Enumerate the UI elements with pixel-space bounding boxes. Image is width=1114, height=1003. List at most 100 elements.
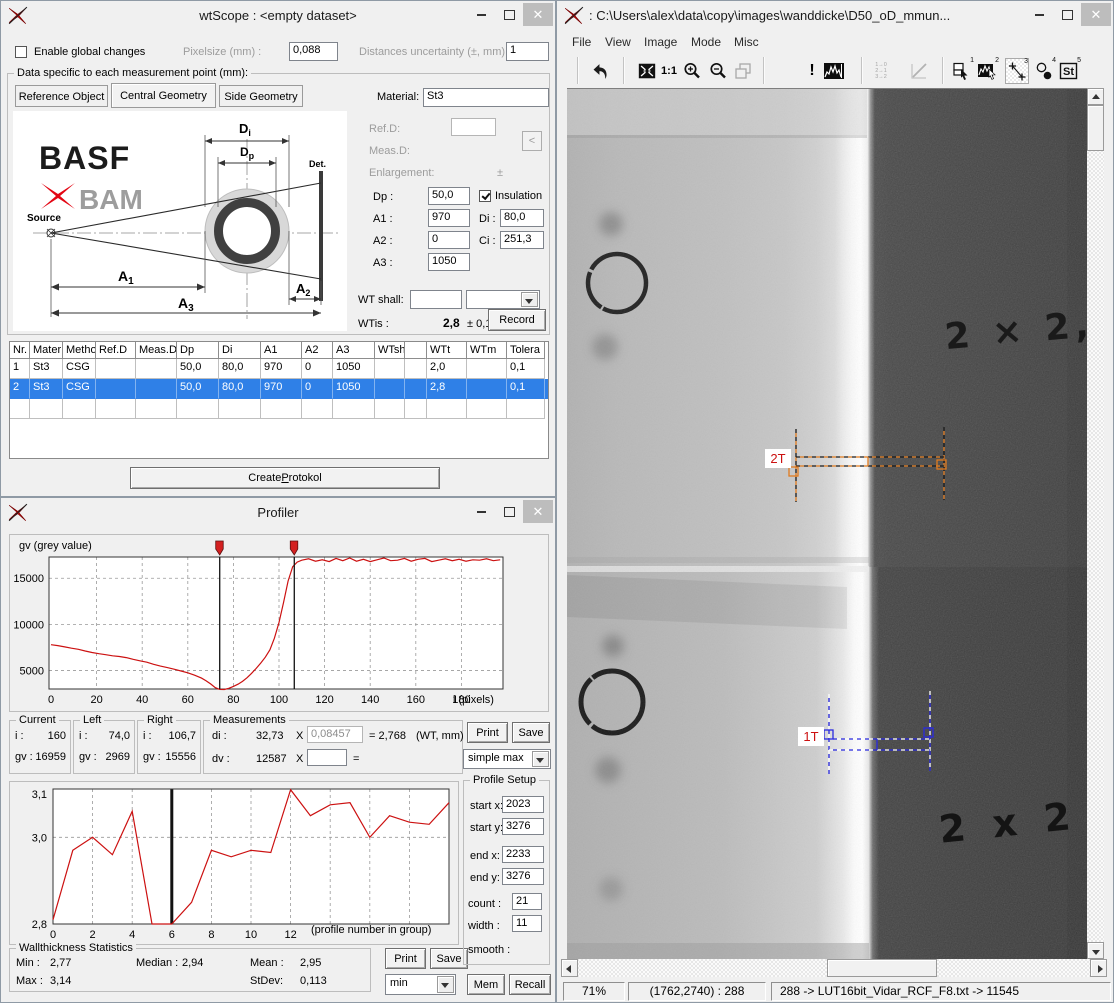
starty-field[interactable]: 3276	[502, 818, 544, 835]
menu-image[interactable]: Image	[644, 35, 677, 49]
table-header-cell[interactable]: A2	[302, 342, 333, 359]
invert-icon[interactable]: !	[803, 58, 821, 84]
x-tick-label: 0	[50, 929, 56, 941]
table-header-cell[interactable]: Meas.D	[136, 342, 177, 359]
wtshall-combo[interactable]	[466, 290, 540, 309]
viewer-titlebar[interactable]: : C:\Users\alex\data\copy\images\wanddic…	[557, 1, 1113, 30]
image-viewport[interactable]: 2 × 2,9 2 x 2 2T	[567, 88, 1087, 960]
back-button[interactable]: <	[522, 131, 542, 151]
menu-mode[interactable]: Mode	[691, 35, 721, 49]
zoom-out-icon[interactable]	[706, 58, 730, 84]
mean-label: Mean :	[250, 957, 284, 969]
pixelsize-field[interactable]: 0,088	[289, 42, 338, 61]
mem-button[interactable]: Mem	[467, 974, 505, 995]
dv-factor-field[interactable]	[307, 749, 347, 766]
table-row[interactable]: 1St3CSG50,080,0970010502,00,1	[10, 359, 548, 379]
scroll-left-button[interactable]	[561, 959, 578, 977]
vertical-scrollbar[interactable]	[1087, 88, 1104, 959]
stdev-label: StDev:	[250, 975, 283, 987]
distances-field[interactable]: 1	[506, 42, 549, 61]
endx-field[interactable]: 2233	[502, 846, 544, 863]
wtscope-titlebar[interactable]: wtScope : <empty dataset> ✕	[1, 1, 555, 30]
table-header-cell[interactable]	[405, 342, 427, 359]
recall-button[interactable]: Recall	[509, 974, 551, 995]
minimize-button[interactable]	[467, 500, 495, 523]
table-header-cell[interactable]: A1	[261, 342, 302, 359]
ci-field[interactable]: 251,3	[500, 231, 544, 249]
a1-field[interactable]: 970	[428, 209, 470, 227]
table-header-cell[interactable]: Nr.	[10, 342, 30, 359]
scroll-down-button[interactable]	[1087, 942, 1104, 959]
a3-field[interactable]: 1050	[428, 253, 470, 271]
table-row[interactable]: 2St3CSG50,080,0970010502,80,1	[10, 379, 548, 399]
maximize-button[interactable]	[495, 500, 523, 523]
count-field[interactable]: 21	[512, 893, 542, 910]
undo-icon[interactable]	[587, 58, 611, 84]
circle-tool-icon[interactable]: 4	[1032, 58, 1056, 84]
record-button[interactable]: Record	[488, 309, 546, 331]
close-button[interactable]: ✕	[523, 3, 553, 26]
material-field[interactable]: St3	[423, 88, 549, 107]
save-button-1[interactable]: Save	[512, 722, 550, 743]
table-header-cell[interactable]: Dp	[177, 342, 219, 359]
table-header-cell[interactable]: Ref.D	[96, 342, 136, 359]
maximize-button[interactable]	[495, 3, 523, 26]
table-header-cell[interactable]: Tolera	[507, 342, 545, 359]
zoom-in-icon[interactable]	[680, 58, 704, 84]
fit-image-icon[interactable]	[635, 58, 659, 84]
horizontal-scroll-thumb[interactable]	[827, 959, 937, 977]
menu-view[interactable]: View	[605, 35, 631, 49]
profiler-titlebar[interactable]: Profiler ✕	[1, 498, 555, 527]
print-button-2[interactable]: Print	[385, 948, 426, 969]
histogram-icon[interactable]	[822, 58, 846, 84]
tab-central-geometry[interactable]: Central Geometry	[111, 83, 216, 108]
combo-arrow-icon[interactable]	[437, 976, 454, 993]
wtshall-field[interactable]	[410, 290, 462, 309]
table-header-cell[interactable]: WTsh	[375, 342, 405, 359]
table-header-cell[interactable]: WTt	[427, 342, 467, 359]
maximize-button[interactable]	[1053, 3, 1081, 26]
scroll-up-button[interactable]	[1087, 88, 1104, 105]
enable-global-checkbox[interactable]	[15, 46, 27, 58]
line-lut-icon[interactable]	[907, 58, 931, 84]
lut-shift-icon[interactable]: 1→0 2→1 3→2	[870, 58, 892, 84]
refd-field[interactable]	[451, 118, 496, 136]
image-select-tool-icon[interactable]: 2	[975, 58, 999, 84]
table-header-cell[interactable]: WTm	[467, 342, 507, 359]
close-button[interactable]: ✕	[1081, 3, 1111, 26]
measure-tool-icon[interactable]: 3	[1005, 58, 1029, 84]
tab-reference-object[interactable]: Reference Object	[15, 85, 108, 107]
dp-field[interactable]: 50,0	[428, 187, 470, 205]
stat-combo[interactable]: min	[385, 974, 456, 995]
minimize-button[interactable]	[1025, 3, 1053, 26]
st-tool-icon[interactable]: St 5	[1057, 58, 1081, 84]
duplicate-window-icon[interactable]	[731, 58, 755, 84]
width-field[interactable]: 11	[512, 915, 542, 932]
table-header-cell[interactable]: A3	[333, 342, 375, 359]
minimize-button[interactable]	[467, 3, 495, 26]
tab-side-geometry[interactable]: Side Geometry	[219, 85, 303, 107]
table-header-cell[interactable]: Mater	[30, 342, 63, 359]
mode-combo[interactable]: simple max	[463, 749, 551, 769]
close-button[interactable]: ✕	[523, 500, 553, 523]
combo-arrow-icon[interactable]	[532, 751, 549, 767]
table-header-cell[interactable]: Di	[219, 342, 261, 359]
create-protokol-button[interactable]: Create Protokol	[130, 467, 440, 489]
startx-field[interactable]: 2023	[502, 796, 544, 813]
vertical-scroll-thumb[interactable]	[1087, 105, 1104, 151]
insulation-checkbox[interactable]	[479, 190, 491, 202]
zoom-1-1-icon[interactable]: 1:1	[659, 58, 679, 84]
menu-misc[interactable]: Misc	[734, 35, 759, 49]
endy-field[interactable]: 3276	[502, 868, 544, 885]
a2-field[interactable]: 0	[428, 231, 470, 249]
di-field[interactable]: 80,0	[500, 209, 544, 227]
scroll-right-button[interactable]	[1090, 959, 1107, 977]
rect-select-tool-icon[interactable]: 1	[950, 58, 974, 84]
menu-file[interactable]: File	[572, 35, 591, 49]
horizontal-scrollbar[interactable]	[561, 959, 1107, 977]
table-header-cell[interactable]: Metho	[63, 342, 96, 359]
table-row[interactable]	[10, 399, 548, 419]
print-button-1[interactable]: Print	[467, 722, 508, 743]
pixel-factor-field[interactable]: 0,08457	[307, 726, 363, 743]
combo-arrow-icon[interactable]	[521, 292, 538, 307]
